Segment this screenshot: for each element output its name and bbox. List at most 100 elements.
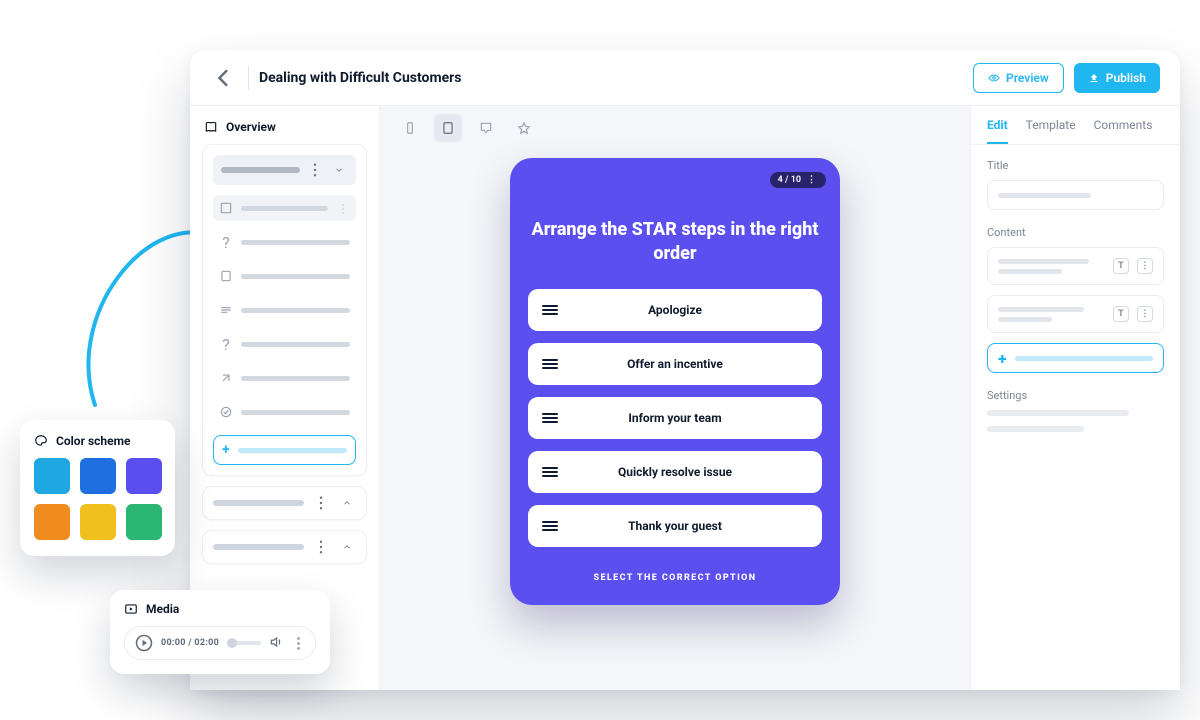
color-swatch[interactable] <box>80 458 116 494</box>
tab-edit[interactable]: Edit <box>987 118 1008 144</box>
color-swatch[interactable] <box>126 458 162 494</box>
content-label: Content <box>987 226 1164 239</box>
drag-handle-icon[interactable] <box>542 359 558 369</box>
section-more-button[interactable] <box>312 538 330 556</box>
dots-vertical-icon <box>312 494 330 512</box>
placeholder-line <box>241 308 350 313</box>
placeholder-line <box>1015 356 1153 361</box>
lesson-question-title: Arrange the STAR steps in the right orde… <box>528 218 822 267</box>
placeholder-line <box>241 274 350 279</box>
content-section: Content T ⋮ T ⋮ + <box>971 212 1180 375</box>
slide-type-icon <box>219 201 233 215</box>
placeholder-line <box>998 193 1091 198</box>
block-more-chip[interactable]: ⋮ <box>1137 306 1153 322</box>
slide-item[interactable] <box>213 297 356 323</box>
sortable-option[interactable]: Quickly resolve issue <box>528 451 822 493</box>
add-content-button[interactable]: + <box>987 343 1164 373</box>
drag-handle-icon[interactable] <box>542 305 558 315</box>
color-scheme-header: Color scheme <box>34 434 161 448</box>
section-expand-button[interactable] <box>338 538 356 556</box>
header-divider <box>248 66 249 90</box>
app-window: Dealing with Difficult Customers Preview… <box>190 50 1180 690</box>
publish-icon <box>1088 72 1100 84</box>
publish-button[interactable]: Publish <box>1074 63 1160 93</box>
section-header[interactable] <box>213 155 356 185</box>
page-icon <box>219 269 233 283</box>
placeholder-line <box>241 410 350 415</box>
volume-button[interactable] <box>269 634 283 653</box>
plus-icon: + <box>998 349 1007 368</box>
sortable-option[interactable]: Offer an incentive <box>528 343 822 385</box>
text-icon <box>219 303 233 317</box>
slide-item[interactable] <box>213 263 356 289</box>
canvas-stage[interactable]: 4 / 10 ⋮ Arrange the STAR steps in the r… <box>380 150 970 690</box>
content-block[interactable]: T ⋮ <box>987 247 1164 285</box>
favorite-button[interactable] <box>510 114 538 142</box>
chevron-up-icon <box>342 498 352 508</box>
page-indicator[interactable]: 4 / 10 ⋮ <box>770 172 826 188</box>
block-more-chip[interactable]: ⋮ <box>1137 258 1153 274</box>
drag-handle-icon[interactable] <box>542 413 558 423</box>
placeholder-line <box>213 500 304 506</box>
settings-section: Settings <box>971 375 1180 434</box>
audio-more-button[interactable] <box>291 637 305 650</box>
text-type-chip[interactable]: T <box>1113 258 1129 274</box>
placeholder-line <box>241 376 350 381</box>
section-card-collapsed[interactable] <box>202 530 367 564</box>
placeholder-lines <box>998 307 1105 322</box>
settings-label: Settings <box>987 389 1164 402</box>
add-slide-button[interactable]: + <box>213 435 356 465</box>
dots-vertical-icon <box>306 161 324 179</box>
overview-scroll[interactable]: ? ? <box>190 144 379 586</box>
sortable-option[interactable]: Thank your guest <box>528 505 822 547</box>
placeholder-line <box>241 342 350 347</box>
section-expand-button[interactable] <box>338 494 356 512</box>
slide-item[interactable] <box>213 195 356 221</box>
sortable-option[interactable]: Inform your team <box>528 397 822 439</box>
sortable-option[interactable]: Apologize <box>528 289 822 331</box>
color-swatch[interactable] <box>126 504 162 540</box>
audio-time: 00:00 / 02:00 <box>161 638 219 648</box>
lesson-preview-card: 4 / 10 ⋮ Arrange the STAR steps in the r… <box>510 158 840 605</box>
media-card: Media 00:00 / 02:00 <box>110 590 330 674</box>
color-swatch[interactable] <box>80 504 116 540</box>
section-card-collapsed[interactable] <box>202 486 367 520</box>
audio-track[interactable] <box>227 641 261 645</box>
app-body: Overview <box>190 106 1180 690</box>
audio-player[interactable]: 00:00 / 02:00 <box>124 626 316 660</box>
media-header: Media <box>124 602 316 616</box>
link-icon <box>219 371 233 385</box>
mobile-icon <box>403 121 417 135</box>
option-label: Thank your guest <box>558 519 808 533</box>
drag-handle-icon[interactable] <box>542 521 558 531</box>
section-collapse-button[interactable] <box>330 161 348 179</box>
book-icon <box>204 120 218 134</box>
back-button[interactable] <box>210 64 238 92</box>
play-icon[interactable] <box>135 634 153 652</box>
section-more-button[interactable] <box>312 494 330 512</box>
color-swatch[interactable] <box>34 504 70 540</box>
content-block[interactable]: T ⋮ <box>987 295 1164 333</box>
dots-vertical-icon: ⋮ <box>807 175 818 185</box>
preview-button[interactable]: Preview <box>973 63 1064 93</box>
slide-item[interactable]: ? <box>213 331 356 357</box>
placeholder-lines <box>998 259 1105 274</box>
device-mobile-button[interactable] <box>396 114 424 142</box>
slide-more-button[interactable] <box>336 201 350 215</box>
text-type-chip[interactable]: T <box>1113 306 1129 322</box>
drag-handle-icon[interactable] <box>542 467 558 477</box>
comment-button[interactable] <box>472 114 500 142</box>
slide-item[interactable]: ? <box>213 229 356 255</box>
device-tablet-button[interactable] <box>434 114 462 142</box>
tab-template[interactable]: Template <box>1026 118 1076 144</box>
slide-item[interactable] <box>213 399 356 425</box>
option-list: Apologize Offer an incentive Inform your… <box>528 289 822 547</box>
right-tabs: Edit Template Comments <box>971 106 1180 145</box>
tab-comments[interactable]: Comments <box>1094 118 1153 144</box>
media-icon <box>124 602 138 616</box>
page-indicator-text: 4 / 10 <box>778 175 801 185</box>
color-swatch[interactable] <box>34 458 70 494</box>
title-input[interactable] <box>987 180 1164 210</box>
slide-item[interactable] <box>213 365 356 391</box>
section-more-button[interactable] <box>306 161 324 179</box>
